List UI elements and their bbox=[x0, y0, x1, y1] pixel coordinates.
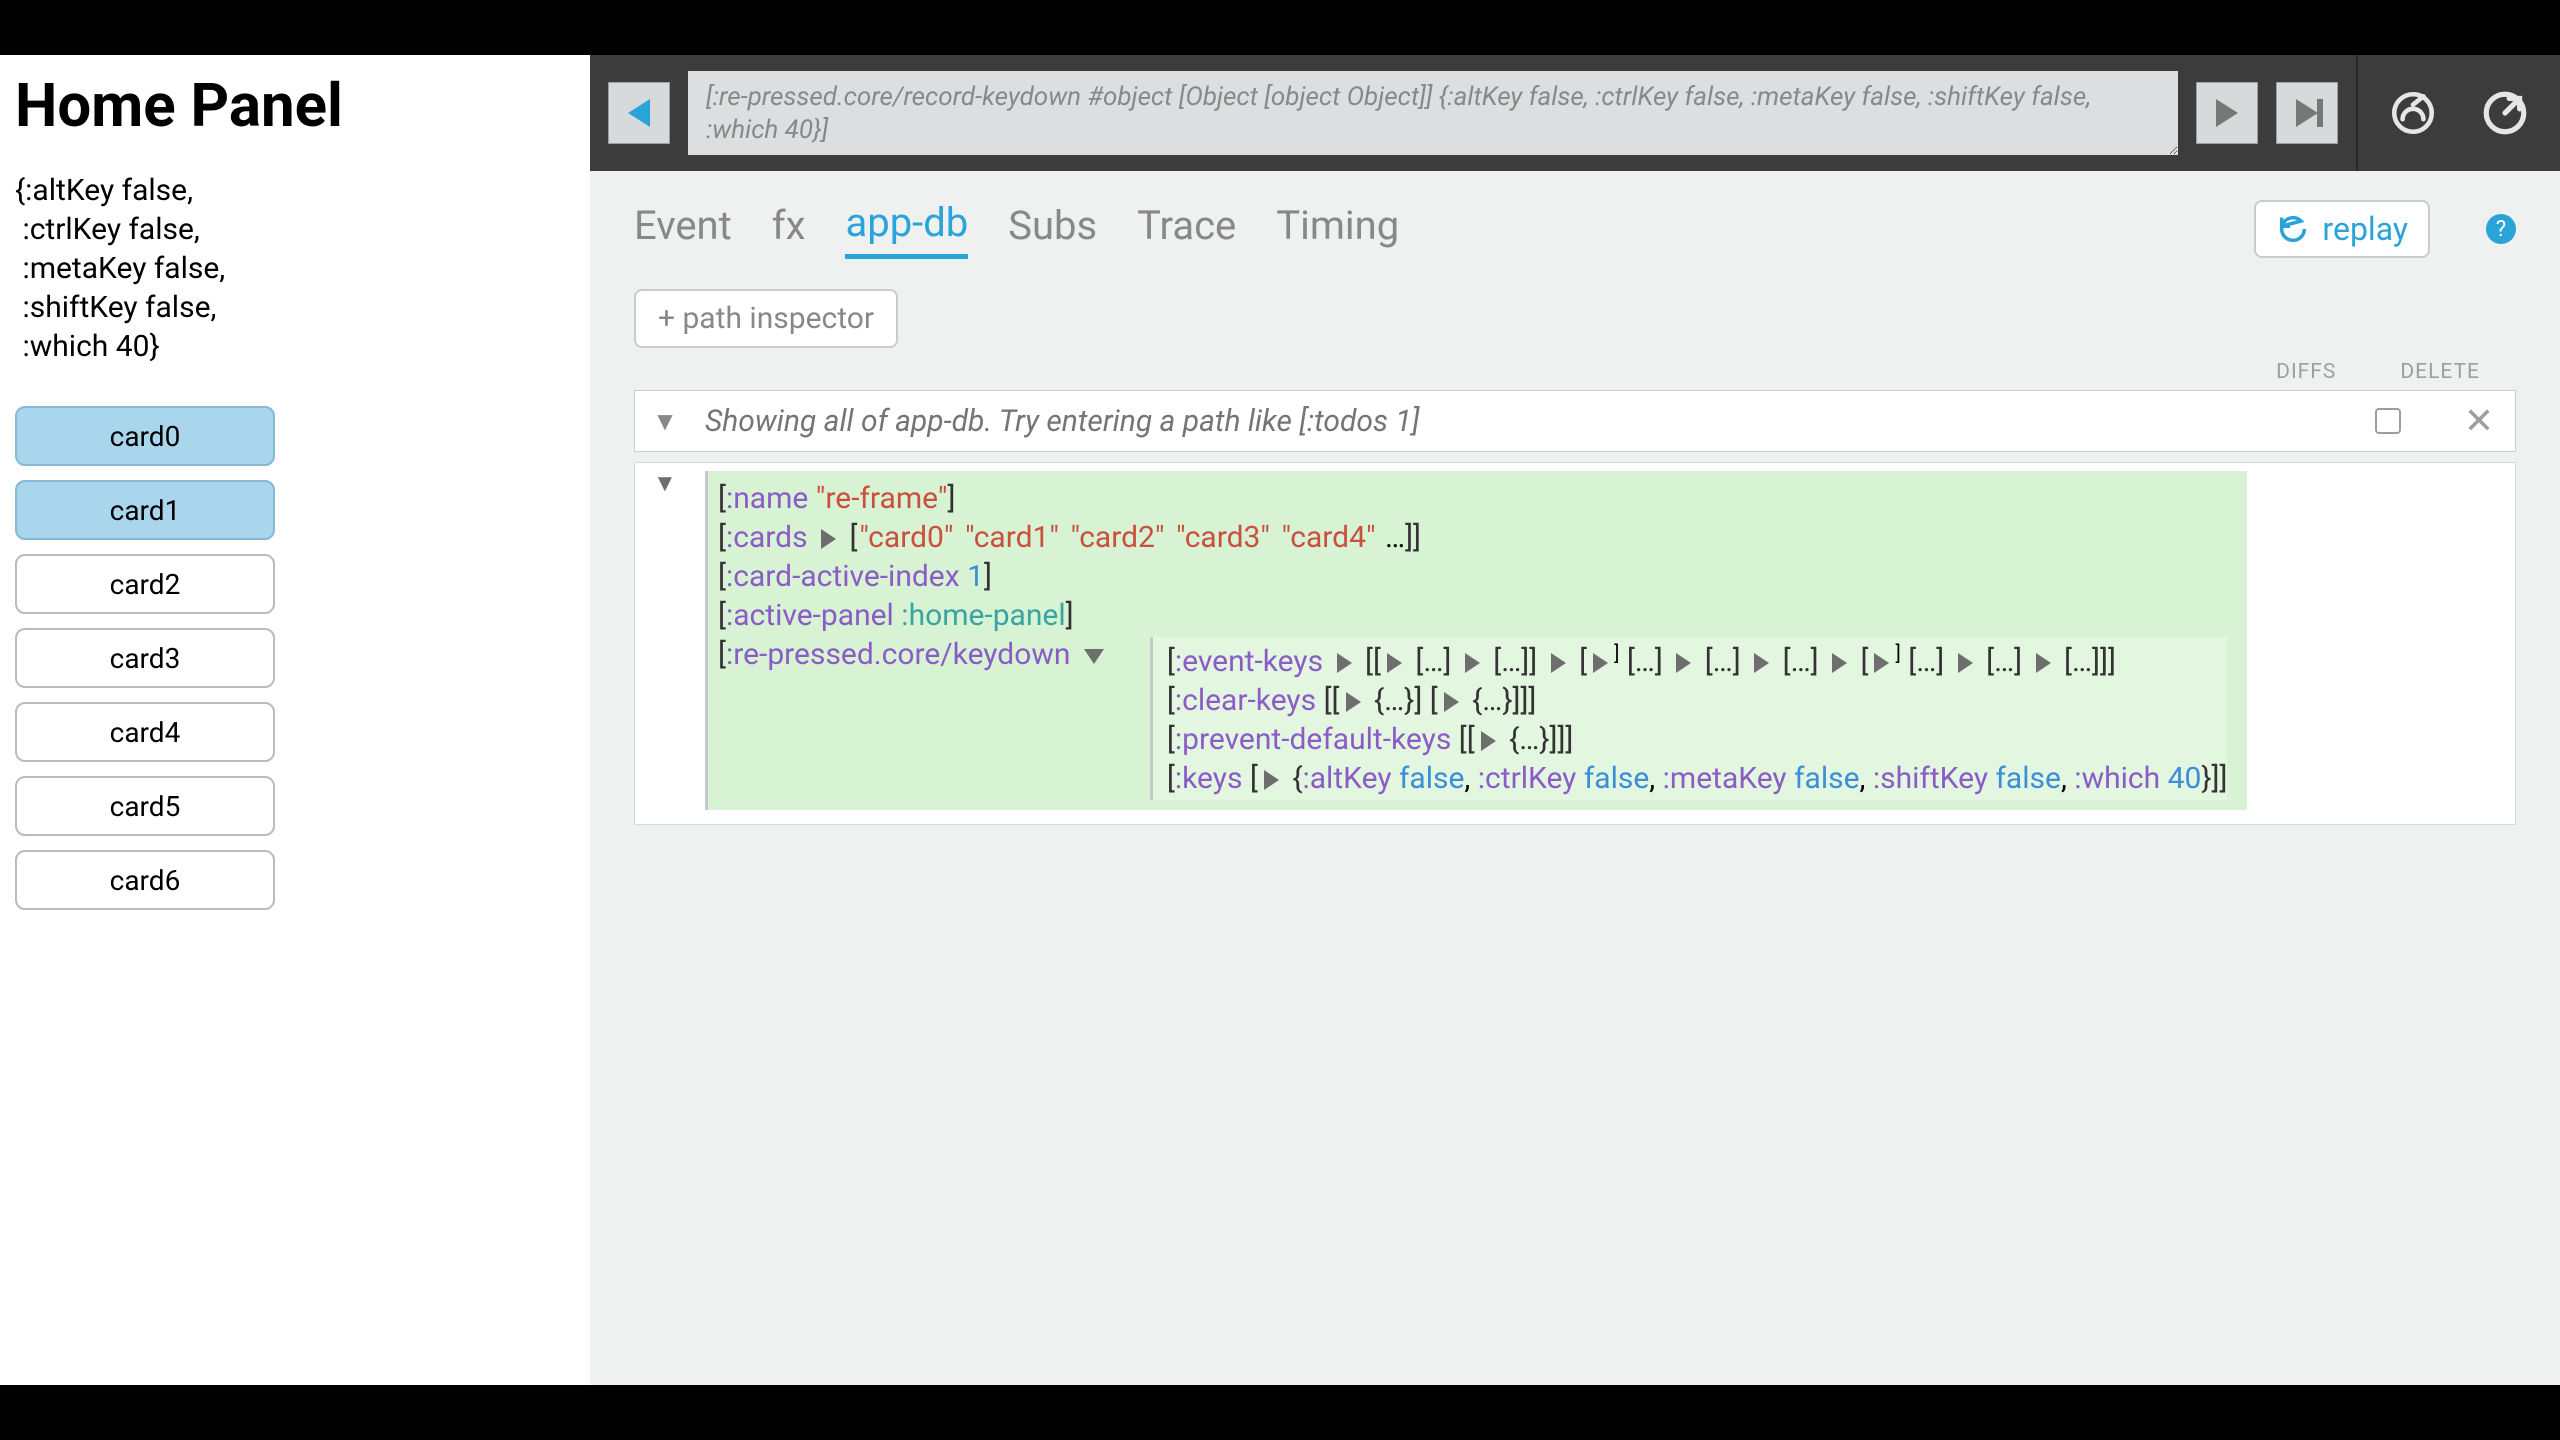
tree-collapse-toggle[interactable]: ▼ bbox=[653, 469, 677, 498]
expand-toggle[interactable] bbox=[1593, 653, 1608, 673]
card-button-3[interactable]: card3 bbox=[15, 628, 275, 688]
app-db-tree: ▼ [:name "re-frame"] [:cards ["card0" "c… bbox=[634, 462, 2516, 825]
tree-row-card-active-index: [:card-active-index 1] bbox=[718, 559, 2227, 594]
delete-header: DELETE bbox=[2400, 360, 2480, 384]
next-event-button[interactable] bbox=[2196, 82, 2258, 144]
delete-path-button[interactable]: ✕ bbox=[2443, 400, 2515, 442]
expand-toggle[interactable] bbox=[1264, 770, 1279, 790]
path-row: ▼ ✕ bbox=[634, 390, 2516, 452]
card-button-5[interactable]: card5 bbox=[15, 776, 275, 836]
expand-toggle[interactable] bbox=[2036, 653, 2051, 673]
tab-trace[interactable]: Trace bbox=[1137, 202, 1236, 257]
card-button-0[interactable]: card0 bbox=[15, 406, 275, 466]
expand-toggle[interactable] bbox=[1346, 692, 1361, 712]
home-panel: Home Panel {:altKey false, :ctrlKey fals… bbox=[0, 55, 590, 1385]
tree-row-clear-keys: [:clear-keys [[ {…}] [ {…}]]] bbox=[1167, 683, 2228, 718]
toolbar-separator bbox=[2356, 55, 2358, 171]
expand-toggle[interactable] bbox=[1481, 731, 1496, 751]
expand-toggle[interactable] bbox=[1832, 653, 1847, 673]
play-to-end-button[interactable] bbox=[2276, 82, 2338, 144]
help-button[interactable]: ? bbox=[2486, 214, 2516, 244]
expand-toggle[interactable] bbox=[1874, 653, 1889, 673]
diffs-header: DIFFS bbox=[2276, 360, 2336, 384]
tab-app-db[interactable]: app-db bbox=[845, 199, 968, 259]
devtools-panel: [:re-pressed.core/record-keydown #object… bbox=[590, 55, 2560, 1385]
diffs-checkbox[interactable] bbox=[2375, 408, 2401, 434]
card-button-2[interactable]: card2 bbox=[15, 554, 275, 614]
expand-toggle[interactable] bbox=[1551, 653, 1566, 673]
card-button-6[interactable]: card6 bbox=[15, 850, 275, 910]
expand-toggle[interactable] bbox=[1337, 653, 1352, 673]
tree-row-prevent-default-keys: [:prevent-default-keys [[ {…}]]] bbox=[1167, 722, 2228, 757]
tab-timing[interactable]: Timing bbox=[1276, 202, 1399, 257]
path-collapse-toggle[interactable]: ▼ bbox=[635, 406, 695, 437]
expand-toggle[interactable] bbox=[1084, 649, 1104, 664]
popout-icon[interactable] bbox=[2468, 55, 2542, 171]
tree-row-event-keys: [:event-keys [[ […] […]] [] […] […] […] … bbox=[1167, 641, 2228, 679]
path-input[interactable] bbox=[695, 391, 2333, 451]
card-list: card0 card1 card2 card3 card4 card5 card… bbox=[15, 406, 575, 910]
expand-toggle[interactable] bbox=[821, 529, 836, 549]
tab-subs[interactable]: Subs bbox=[1008, 202, 1097, 257]
replay-icon bbox=[2276, 212, 2310, 246]
tree-row-re-pressed: [:re-pressed.core/keydown [:event-keys [… bbox=[718, 637, 2227, 800]
tree-row-name: [:name "re-frame"] bbox=[718, 481, 2227, 516]
toolbar: [:re-pressed.core/record-keydown #object… bbox=[590, 55, 2560, 171]
column-headers: DIFFS DELETE bbox=[590, 360, 2560, 384]
settings-icon[interactable] bbox=[2376, 55, 2450, 171]
prev-event-button[interactable] bbox=[608, 82, 670, 144]
expand-toggle[interactable] bbox=[1958, 653, 1973, 673]
tab-fx[interactable]: fx bbox=[772, 202, 806, 257]
card-button-1[interactable]: card1 bbox=[15, 480, 275, 540]
tree-row-active-panel: [:active-panel :home-panel] bbox=[718, 598, 2227, 633]
event-input[interactable]: [:re-pressed.core/record-keydown #object… bbox=[688, 71, 2178, 155]
tabs: Event fx app-db Subs Trace Timing replay… bbox=[590, 171, 2560, 273]
expand-toggle[interactable] bbox=[1465, 653, 1480, 673]
key-state-text: {:altKey false, :ctrlKey false, :metaKey… bbox=[15, 171, 575, 366]
tab-event[interactable]: Event bbox=[634, 202, 732, 257]
replay-button[interactable]: replay bbox=[2254, 200, 2430, 258]
tree-row-cards: [:cards ["card0" "card1" "card2" "card3"… bbox=[718, 520, 2227, 555]
path-inspector-button[interactable]: + path inspector bbox=[634, 289, 898, 348]
expand-toggle[interactable] bbox=[1676, 653, 1691, 673]
expand-toggle[interactable] bbox=[1754, 653, 1769, 673]
tree-row-keys: [:keys [ {:altKey false, :ctrlKey false,… bbox=[1167, 761, 2228, 796]
replay-label: replay bbox=[2322, 210, 2408, 248]
expand-toggle[interactable] bbox=[1444, 692, 1459, 712]
expand-toggle[interactable] bbox=[1387, 653, 1402, 673]
page-title: Home Panel bbox=[15, 70, 575, 141]
card-button-4[interactable]: card4 bbox=[15, 702, 275, 762]
